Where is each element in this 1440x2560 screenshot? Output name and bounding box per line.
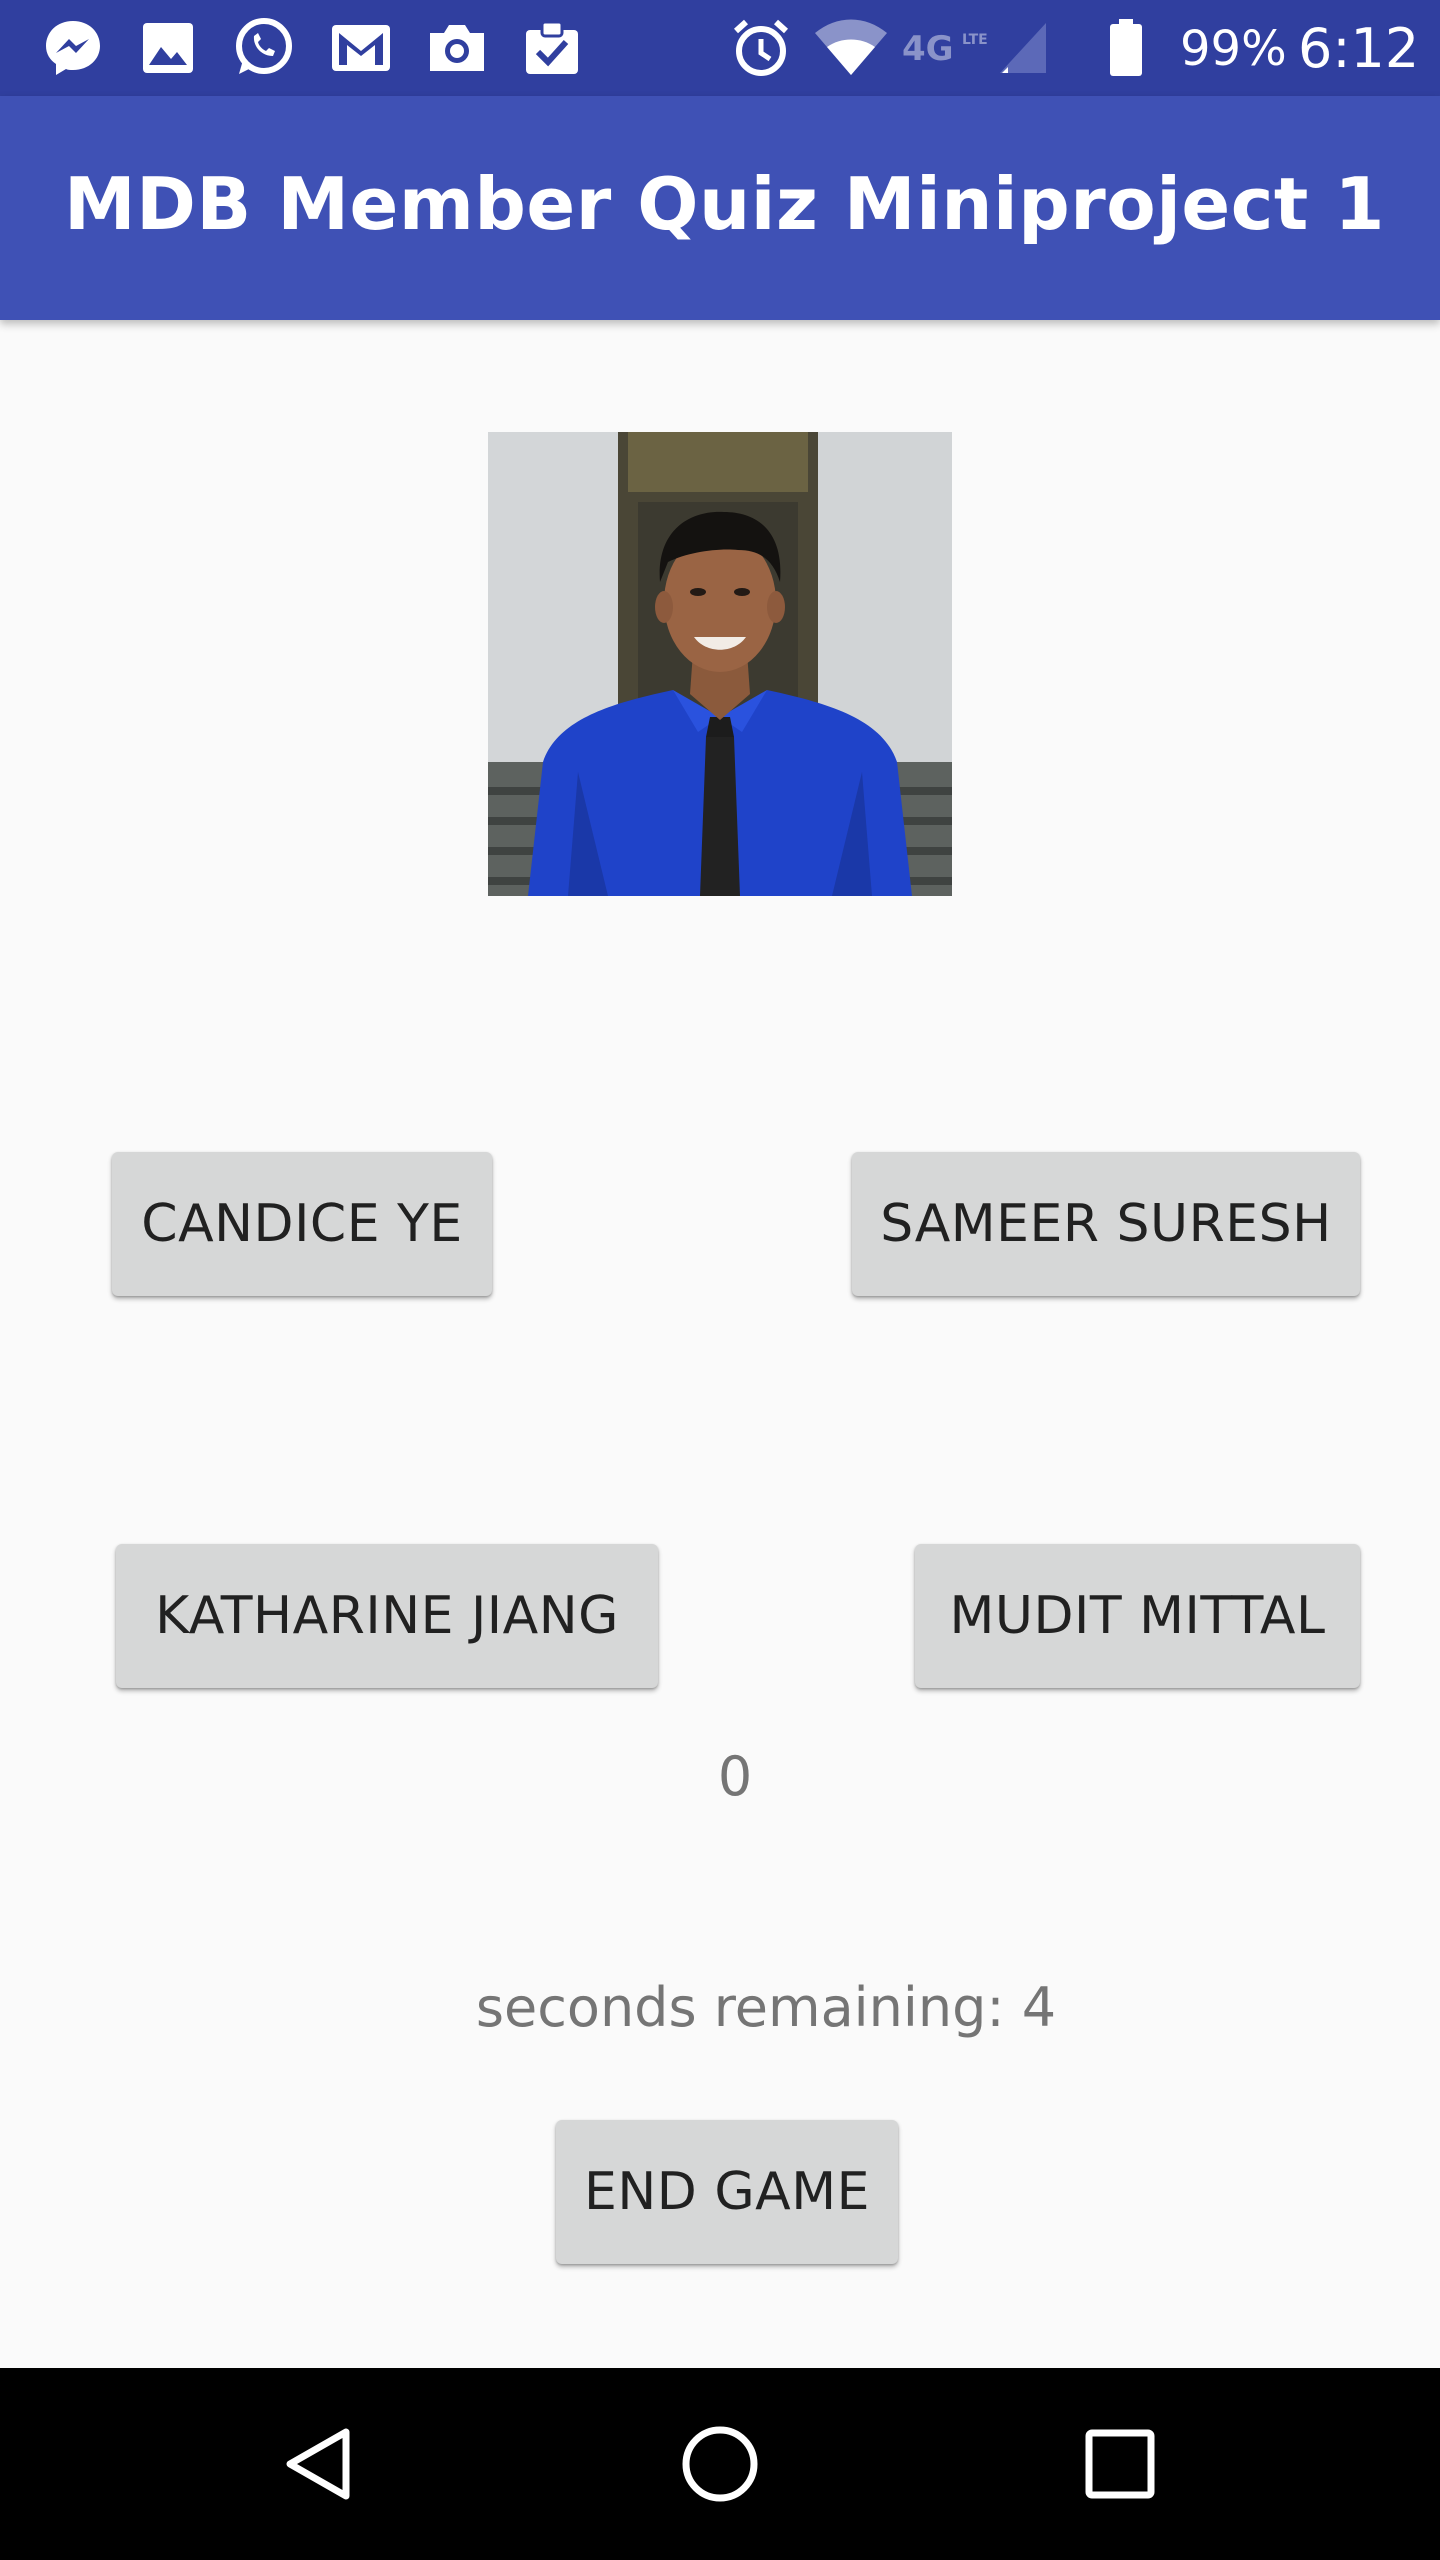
app-bar: MDB Member Quiz Miniproject 1 xyxy=(0,96,1440,320)
network-type-icon: 4G LTE xyxy=(902,18,998,78)
status-bar: 4G LTE 99% 6:12 xyxy=(0,0,1440,96)
svg-text:4G: 4G xyxy=(902,29,954,69)
battery-icon xyxy=(1104,18,1148,78)
clock: 6:12 xyxy=(1298,17,1420,80)
whatsapp-icon xyxy=(228,18,298,78)
end-game-button[interactable]: END GAME xyxy=(556,2120,898,2264)
gmail-icon xyxy=(328,18,394,78)
messenger-icon xyxy=(38,18,108,78)
option-button-2[interactable]: SAMEER SURESH xyxy=(852,1152,1360,1296)
option-button-3[interactable]: KATHARINE JIANG xyxy=(116,1544,658,1688)
back-icon[interactable] xyxy=(260,2404,380,2524)
navigation-bar xyxy=(0,2368,1440,2560)
gallery-icon xyxy=(138,18,198,78)
recents-icon[interactable] xyxy=(1060,2404,1180,2524)
svg-text:LTE: LTE xyxy=(962,32,988,48)
score-text: 0 xyxy=(717,1745,753,1808)
option-button-4[interactable]: MUDIT MITTAL xyxy=(915,1544,1360,1688)
member-photo xyxy=(488,432,952,896)
option-button-1[interactable]: CANDICE YE xyxy=(112,1152,492,1296)
camera-icon xyxy=(424,18,490,78)
home-icon[interactable] xyxy=(660,2404,780,2524)
clipboard-check-icon xyxy=(520,18,584,78)
timer-text: seconds remaining: 4 xyxy=(475,1976,1057,2039)
alarm-icon xyxy=(728,18,794,78)
battery-percent: 99% xyxy=(1180,21,1287,77)
wifi-icon xyxy=(812,18,890,78)
app-title: MDB Member Quiz Miniproject 1 xyxy=(64,162,1385,246)
cell-signal-icon xyxy=(996,18,1050,78)
